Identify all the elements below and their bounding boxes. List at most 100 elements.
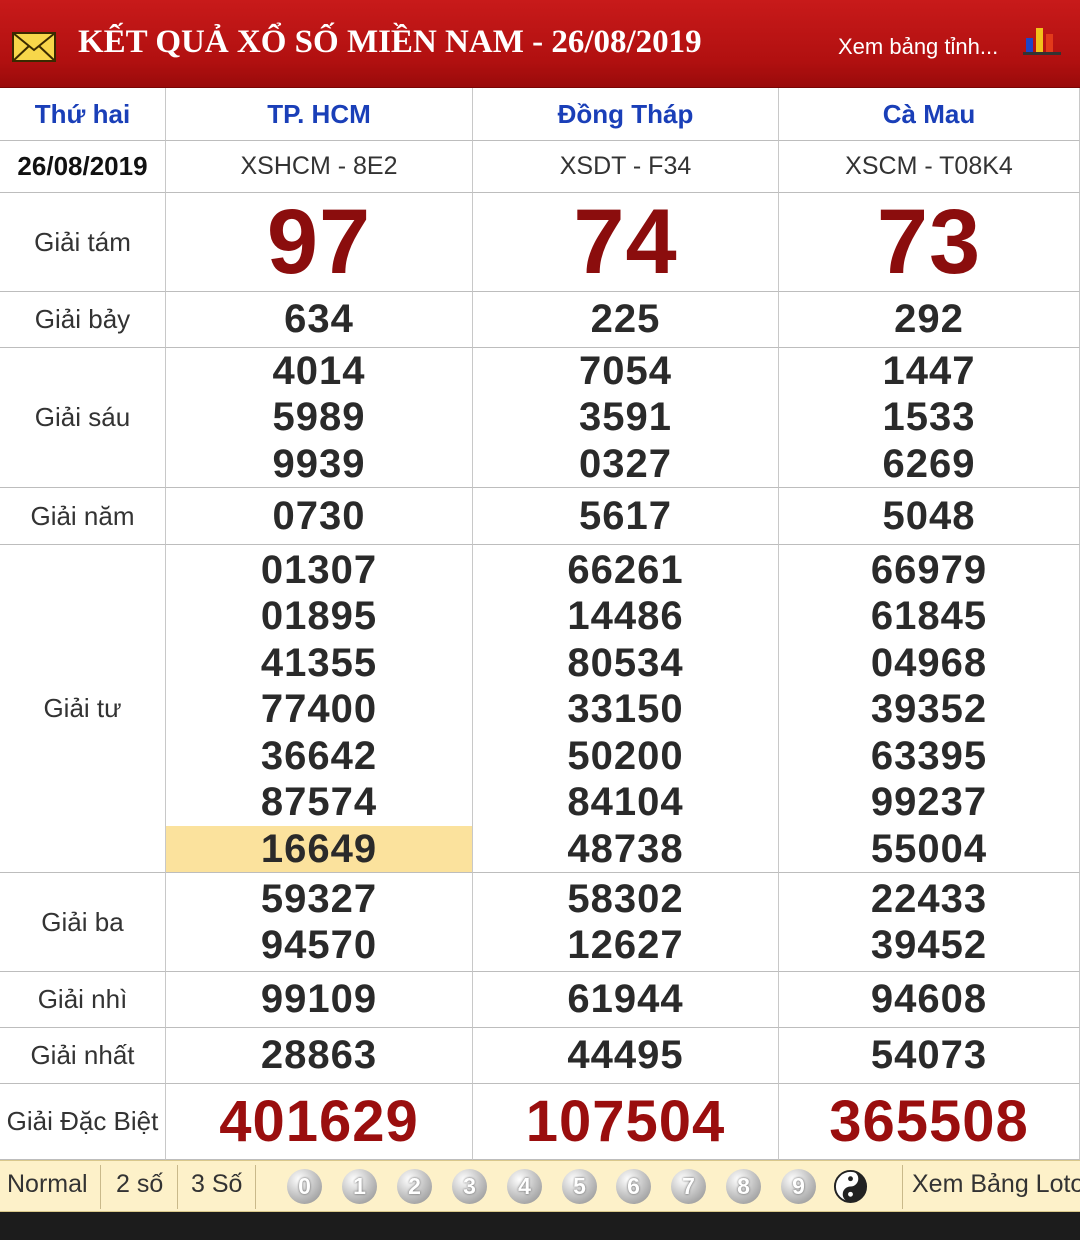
prize-number: 36642: [260, 733, 378, 778]
prize-cell: 22433 39452: [779, 873, 1080, 972]
prize-number: 3591: [579, 395, 672, 440]
prize-number: 39452: [870, 923, 988, 967]
prize-number: 28863: [260, 1033, 378, 1078]
prize-number: 292: [894, 297, 964, 342]
province-header-hcm[interactable]: TP. HCM: [166, 88, 473, 141]
digit-0-button[interactable]: 0: [287, 1169, 322, 1204]
digit-6-button[interactable]: 6: [616, 1169, 651, 1204]
prize-number: 61944: [567, 977, 684, 1022]
prize-number: 66261: [567, 547, 684, 592]
divider: [100, 1165, 101, 1209]
prize-cell: 634: [166, 292, 473, 348]
prize-number: 5048: [882, 493, 976, 538]
prize-cell: 1447 1533 6269: [779, 348, 1080, 488]
prize-cell: 365508: [779, 1084, 1080, 1160]
prize-number: 84104: [567, 780, 684, 824]
yin-yang-icon[interactable]: [833, 1169, 868, 1204]
prize-number: 1533: [882, 395, 976, 440]
prize-cell: 59327 94570: [166, 873, 473, 972]
prize-number: 73: [876, 191, 982, 293]
divider: [177, 1165, 178, 1209]
prize-cell: 94608: [779, 972, 1080, 1028]
prize-label-g4: Giải tư: [0, 545, 166, 873]
province-header-dong-thap[interactable]: Đồng Tháp: [473, 88, 779, 141]
lottery-code-ca-mau: XSCM - T08K4: [779, 141, 1080, 193]
prize-number: 44495: [567, 1033, 684, 1078]
prize-label-g2: Giải nhì: [0, 972, 166, 1028]
digit-8-button[interactable]: 8: [726, 1169, 761, 1204]
digit-4-button[interactable]: 4: [507, 1169, 542, 1204]
weekday-header: Thứ hai: [0, 88, 166, 141]
loto-filter-bar: Normal 2 số 3 Số 0 1 2 3 4 5 6 7 8 9 Xem…: [0, 1160, 1080, 1212]
prize-number: 55004: [870, 826, 988, 871]
prize-cell: 97: [166, 191, 473, 293]
view-loto-table-button[interactable]: Xem Bảng Loto: [912, 1170, 1080, 1199]
prize-cell: 7054 3591 0327: [473, 348, 779, 488]
prize-cell: 44495: [473, 1028, 779, 1084]
prize-cell: 58302 12627: [473, 873, 779, 972]
prize-cell: 61944: [473, 972, 779, 1028]
prize-number: 74: [573, 191, 678, 293]
prize-cell: 4014 5989 9939: [166, 348, 473, 488]
prize-cell: 74: [473, 191, 779, 293]
prize-number: 54073: [870, 1033, 988, 1078]
view-province-link[interactable]: Xem bảng tỉnh...: [838, 34, 998, 60]
special-prize-number: 401629: [219, 1088, 419, 1154]
digit-1-button[interactable]: 1: [342, 1169, 377, 1204]
prize-number: 63395: [870, 733, 988, 778]
bottom-bar: [0, 1212, 1080, 1240]
prize-number: 41355: [260, 640, 378, 685]
prize-cell: 0730: [166, 488, 473, 545]
prize-number: 7054: [579, 348, 672, 393]
prize-number: 14486: [567, 594, 684, 638]
prize-number: 04968: [870, 640, 988, 685]
divider: [255, 1165, 256, 1209]
divider: [902, 1165, 903, 1209]
prize-cell: 107504: [473, 1084, 779, 1160]
prize-number: 5989: [272, 395, 366, 440]
prize-number: 99237: [870, 780, 988, 824]
prize-cell: 66261 14486 80534 33150 50200 84104 4873…: [473, 545, 779, 873]
digit-9-button[interactable]: 9: [781, 1169, 816, 1204]
prize-number: 50200: [567, 733, 684, 778]
prize-cell: 28863: [166, 1028, 473, 1084]
lottery-code-hcm: XSHCM - 8E2: [166, 141, 473, 193]
mode-3-digit-button[interactable]: 3 Số: [191, 1170, 242, 1199]
prize-number: 61845: [870, 594, 988, 638]
prize-number: 39352: [870, 687, 988, 731]
prize-number: 225: [590, 297, 661, 342]
prize-number: 9939: [272, 441, 366, 486]
digit-5-button[interactable]: 5: [562, 1169, 597, 1204]
prize-cell: 5617: [473, 488, 779, 545]
prize-number: 77400: [260, 687, 378, 731]
digit-2-button[interactable]: 2: [397, 1169, 432, 1204]
prize-cell: 01307 01895 41355 77400 36642 87574 1664…: [166, 545, 473, 873]
prize-cell: 73: [779, 191, 1080, 293]
mode-2-digit-button[interactable]: 2 số: [116, 1170, 163, 1199]
digit-3-button[interactable]: 3: [452, 1169, 487, 1204]
prize-number: 634: [284, 297, 354, 342]
prize-number: 58302: [567, 876, 684, 921]
bar-chart-icon[interactable]: [1022, 22, 1062, 56]
prize-label-g8: Giải tám: [0, 193, 166, 292]
prize-number: 94570: [260, 923, 378, 967]
page-header: KẾT QUẢ XỔ SỐ MIỀN NAM - 26/08/2019 Xem …: [0, 0, 1080, 90]
digit-7-button[interactable]: 7: [671, 1169, 706, 1204]
special-prize-number: 365508: [829, 1088, 1029, 1154]
special-prize-number: 107504: [525, 1088, 726, 1154]
mode-normal-button[interactable]: Normal: [7, 1170, 88, 1199]
prize-cell: 66979 61845 04968 39352 63395 99237 5500…: [779, 545, 1080, 873]
highlighted-prize-number: 16649: [166, 825, 472, 872]
results-table: Thứ hai TP. HCM Đồng Tháp Cà Mau 26/08/2…: [0, 88, 1080, 1160]
prize-number: 59327: [260, 876, 378, 921]
mail-icon[interactable]: [12, 32, 56, 62]
prize-cell: 99109: [166, 972, 473, 1028]
prize-number: 0730: [272, 493, 366, 538]
prize-number: 97: [266, 191, 372, 293]
prize-label-g1: Giải nhất: [0, 1028, 166, 1084]
prize-number: 48738: [567, 826, 684, 871]
province-header-ca-mau[interactable]: Cà Mau: [779, 88, 1080, 141]
prize-cell: 401629: [166, 1084, 473, 1160]
prize-cell: 225: [473, 292, 779, 348]
prize-number: 12627: [567, 923, 684, 967]
